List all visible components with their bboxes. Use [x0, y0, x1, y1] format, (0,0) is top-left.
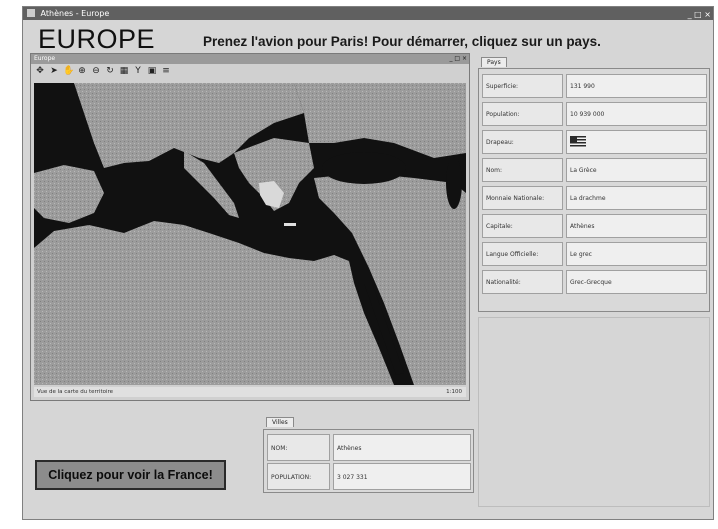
- grid-icon[interactable]: ▦: [119, 66, 129, 76]
- map-window: Europe _ □ × ✥ ➤ ✋ ⊕ ⊖ ↻ ▦ Y ▣ ≡ Vue de …: [30, 53, 470, 401]
- info-value: Athènes: [566, 214, 707, 238]
- info-value: Grec-Grecque: [566, 270, 707, 294]
- window-titlebar[interactable]: Athènes - Europe _ □ ×: [23, 7, 713, 20]
- info-value-flag: [566, 130, 707, 154]
- country-info-panel: Superficie: 131 990 Population: 10 939 0…: [478, 68, 710, 312]
- tab-pays[interactable]: Pays: [481, 57, 507, 67]
- app-icon: [27, 9, 35, 17]
- info-label: Drapeau:: [482, 130, 563, 154]
- info-row-nationalite: Nationalité: Grec-Grecque: [482, 270, 707, 294]
- info-row-drapeau: Drapeau:: [482, 130, 707, 154]
- pan-icon[interactable]: ✥: [35, 66, 45, 76]
- info-label: Population:: [482, 102, 563, 126]
- map-toolbar: ✥ ➤ ✋ ⊕ ⊖ ↻ ▦ Y ▣ ≡: [31, 64, 469, 78]
- greek-flag-icon: [570, 136, 586, 148]
- zoom-out-icon[interactable]: ⊖: [91, 66, 101, 76]
- view-france-button[interactable]: Cliquez pour voir la France!: [35, 460, 226, 490]
- filter-icon[interactable]: Y: [133, 66, 143, 76]
- map-window-title: Europe: [34, 55, 56, 62]
- info-row-capitale: Capitale: Athènes: [482, 214, 707, 238]
- info-row-nom: Nom: La Grèce: [482, 158, 707, 182]
- list-icon[interactable]: ≡: [161, 66, 171, 76]
- refresh-icon[interactable]: ↻: [105, 66, 115, 76]
- legend-icon[interactable]: ▣: [147, 66, 157, 76]
- app-window: Athènes - Europe _ □ × EUROPE Prenez l'a…: [22, 6, 714, 520]
- city-value: 3 027 331: [333, 463, 471, 490]
- map-statusbar: Vue de la carte du territoire 1:100: [34, 387, 466, 397]
- info-row-superficie: Superficie: 131 990: [482, 74, 707, 98]
- europe-map[interactable]: [34, 83, 466, 385]
- info-label: Monnaie Nationale:: [482, 186, 563, 210]
- city-label: POPULATION:: [267, 463, 330, 490]
- map-window-controls[interactable]: _ □ ×: [449, 54, 467, 64]
- info-label: Nationalité:: [482, 270, 563, 294]
- zoom-in-icon[interactable]: ⊕: [77, 66, 87, 76]
- map-zoom-text: 1:100: [446, 389, 462, 395]
- info-label: Superficie:: [482, 74, 563, 98]
- info-label: Capitale:: [482, 214, 563, 238]
- tab-villes[interactable]: Villes: [266, 417, 294, 427]
- map-window-titlebar[interactable]: Europe _ □ ×: [31, 54, 469, 64]
- map-status-text: Vue de la carte du territoire: [37, 389, 114, 395]
- city-label: NOM:: [267, 434, 330, 461]
- city-row-nom: NOM: Athènes: [267, 434, 471, 461]
- map-graphic[interactable]: [34, 83, 466, 385]
- window-controls[interactable]: _ □ ×: [688, 8, 711, 21]
- city-value: Athènes: [333, 434, 471, 461]
- page-title: EUROPE: [38, 24, 156, 54]
- info-label: Langue Officielle:: [482, 242, 563, 266]
- city-info-panel: NOM: Athènes POPULATION: 3 027 331: [263, 429, 474, 493]
- info-value: 131 990: [566, 74, 707, 98]
- info-value: La Grèce: [566, 158, 707, 182]
- instruction-text: Prenez l'avion pour Paris! Pour démarrer…: [203, 34, 601, 49]
- info-row-langue: Langue Officielle: Le grec: [482, 242, 707, 266]
- info-value: Le grec: [566, 242, 707, 266]
- pointer-icon[interactable]: ➤: [49, 66, 59, 76]
- city-row-population: POPULATION: 3 027 331: [267, 463, 471, 490]
- window-title: Athènes - Europe: [40, 9, 110, 18]
- info-value: 10 939 000: [566, 102, 707, 126]
- info-row-population: Population: 10 939 000: [482, 102, 707, 126]
- info-value: La drachme: [566, 186, 707, 210]
- info-row-monnaie: Monnaie Nationale: La drachme: [482, 186, 707, 210]
- info-label: Nom:: [482, 158, 563, 182]
- hand-icon[interactable]: ✋: [63, 66, 74, 76]
- empty-panel: [478, 317, 710, 507]
